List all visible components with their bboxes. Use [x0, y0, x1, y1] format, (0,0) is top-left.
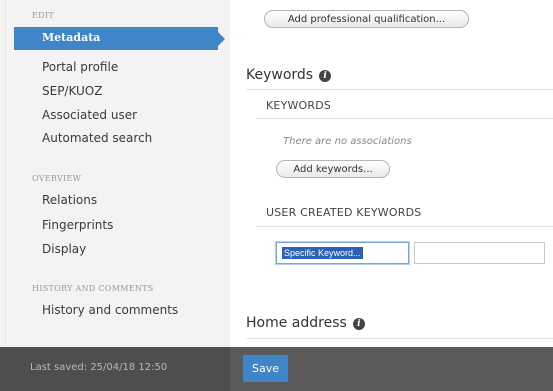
sidebar-item-automated-search[interactable]: Automated search	[42, 131, 152, 145]
keyword-input[interactable]: Specific Keyword...	[276, 242, 409, 264]
footer-left: Last saved: 25/04/18 12:50	[0, 347, 230, 391]
home-address-section-title: Home address i	[246, 315, 365, 331]
help-icon[interactable]: i	[352, 318, 365, 330]
last-saved-text: Last saved: 25/04/18 12:50	[30, 362, 168, 373]
user-created-keywords-subheading: USER CREATED KEYWORDS	[266, 206, 422, 219]
divider	[256, 226, 553, 227]
keyword-secondary-input[interactable]	[414, 242, 545, 264]
sidebar-item-metadata[interactable]: Metadata	[14, 27, 225, 50]
add-keywords-button[interactable]: Add keywords...	[276, 160, 390, 178]
keyword-input-selected-text: Specific Keyword...	[282, 247, 363, 259]
sidebar-item-label: Metadata	[42, 31, 101, 44]
sidebar-item-associated-user[interactable]: Associated user	[42, 108, 137, 122]
sidebar-item-sep-kuoz[interactable]: SEP/KUOZ	[42, 84, 102, 98]
add-professional-qualification-button[interactable]: Add professional qualification...	[264, 10, 469, 28]
home-address-title-text: Home address	[246, 315, 347, 331]
section-heading-history: HISTORY AND COMMENTS	[32, 284, 154, 293]
divider	[246, 89, 553, 90]
no-associations-text: There are no associations	[283, 136, 412, 147]
save-button[interactable]: Save	[243, 355, 288, 382]
divider	[256, 118, 553, 119]
sidebar-item-portal-profile[interactable]: Portal profile	[42, 60, 118, 74]
section-heading-overview: OVERVIEW	[32, 174, 82, 183]
sidebar: EDIT Metadata Portal profile SEP/KUOZ As…	[0, 0, 230, 347]
sidebar-item-history-and-comments[interactable]: History and comments	[42, 303, 178, 317]
divider	[246, 338, 553, 339]
footer-right: Save	[230, 347, 553, 391]
keywords-subheading: KEYWORDS	[266, 99, 332, 112]
section-heading-edit: EDIT	[32, 11, 54, 20]
sidebar-item-fingerprints[interactable]: Fingerprints	[42, 218, 113, 232]
keywords-title-text: Keywords	[246, 67, 314, 83]
sidebar-item-display[interactable]: Display	[42, 242, 86, 256]
sidebar-edge	[5, 0, 6, 347]
help-icon[interactable]: i	[319, 70, 332, 82]
sidebar-item-relations[interactable]: Relations	[42, 193, 97, 207]
keywords-section-title: Keywords i	[246, 67, 332, 83]
